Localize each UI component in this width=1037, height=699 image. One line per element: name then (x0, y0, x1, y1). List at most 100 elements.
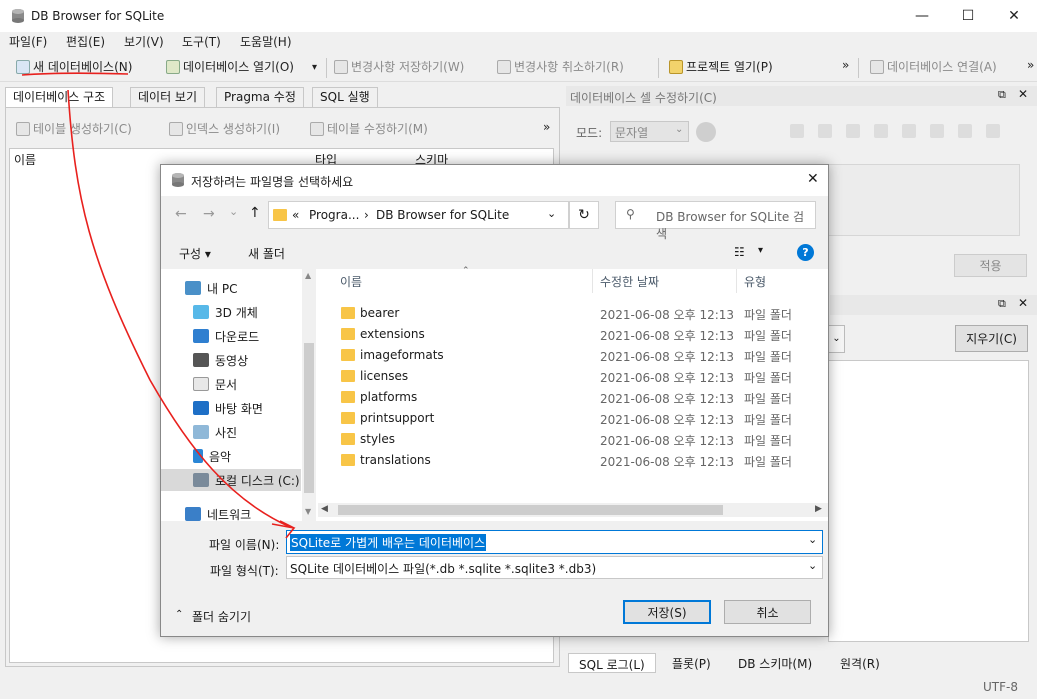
chevron-down-icon[interactable]: ⌄ (808, 533, 817, 546)
maximize-button[interactable]: ☐ (945, 0, 991, 32)
search-box[interactable]: ⚲ DB Browser for SQLite 검색 (615, 201, 816, 241)
nav-this-pc[interactable]: 내 PC (161, 277, 301, 299)
file-row[interactable]: bearer 2021-06-08 오후 12:13 파일 폴더 (339, 303, 809, 324)
sql-log-text[interactable] (828, 360, 1029, 642)
chevron-down-icon[interactable]: ⌄ (547, 207, 556, 220)
tab-plot[interactable]: 플롯(P) (672, 655, 711, 672)
scroll-left-icon[interactable]: ◀ (321, 504, 328, 514)
hide-folders-button[interactable]: 폴더 숨기기 (192, 608, 251, 625)
back-button[interactable]: ← (175, 206, 187, 222)
nav-documents[interactable]: 문서 (161, 373, 301, 395)
attach-database-button[interactable]: 데이터베이스 연결(A) (870, 58, 997, 75)
file-row[interactable]: translations 2021-06-08 오후 12:13 파일 폴더 (339, 450, 809, 471)
scrollbar-thumb[interactable] (338, 505, 723, 515)
nav-music[interactable]: 음악 (161, 445, 301, 467)
refresh-button[interactable]: ↻ (569, 201, 599, 229)
forward-button[interactable]: → (203, 206, 215, 222)
column-divider[interactable] (736, 269, 737, 293)
view-options-icon[interactable]: ☷ (734, 245, 745, 259)
float-dock-icon[interactable]: ⧉ (998, 297, 1006, 311)
export-icon[interactable] (874, 124, 888, 138)
new-folder-button[interactable]: 새 폴더 (248, 245, 285, 262)
menu-edit[interactable]: 편집(E) (66, 33, 105, 50)
path-overflow[interactable]: « (292, 208, 299, 222)
close-dock-icon[interactable]: ✕ (1018, 296, 1028, 310)
menu-file[interactable]: 파일(F) (9, 33, 47, 50)
structure-overflow-button[interactable]: » (543, 120, 550, 134)
save-button[interactable]: 저장(S) (623, 600, 711, 624)
nav-downloads[interactable]: 다운로드 (161, 325, 301, 347)
menu-view[interactable]: 보기(V) (124, 33, 164, 50)
tab-browse-data[interactable]: 데이터 보기 (130, 87, 206, 107)
file-row[interactable]: imageformats 2021-06-08 오후 12:13 파일 폴더 (339, 345, 809, 366)
cancel-button[interactable]: 취소 (724, 600, 811, 624)
write-changes-button[interactable]: 변경사항 저장하기(W) (334, 58, 464, 75)
open-project-button[interactable]: 프로젝트 열기(P) (669, 58, 773, 75)
address-bar[interactable]: « Progra... › DB Browser for SQLite ⌄ (268, 201, 569, 229)
create-index-button[interactable]: 인덱스 생성하기(I) (169, 120, 280, 137)
tab-db-schema[interactable]: DB 스키마(M) (738, 655, 812, 672)
navigation-pane[interactable]: 내 PC 3D 개체 다운로드 동영상 문서 바탕 화면 사진 음악 로컬 디스… (161, 269, 316, 521)
path-segment-program-files[interactable]: Progra... (309, 208, 359, 222)
document-icon[interactable] (790, 124, 804, 138)
chevron-down-icon[interactable]: ⌄ (808, 559, 817, 572)
float-dock-icon[interactable]: ⧉ (998, 88, 1006, 102)
clear-log-button[interactable]: 지우기(C) (955, 325, 1028, 352)
file-row[interactable]: extensions 2021-06-08 오후 12:13 파일 폴더 (339, 324, 809, 345)
file-list-hscrollbar[interactable]: ◀ ▶ (318, 503, 828, 517)
chevron-up-icon[interactable]: ⌃ (175, 609, 183, 620)
minimize-button[interactable]: — (899, 0, 945, 32)
scroll-right-icon[interactable]: ▶ (815, 504, 822, 514)
clear-icon[interactable] (958, 124, 972, 138)
create-table-button[interactable]: 테이블 생성하기(C) (16, 120, 132, 137)
log-source-select[interactable]: ⌄ (828, 325, 845, 353)
nav-3d-objects[interactable]: 3D 개체 (161, 301, 301, 323)
file-row[interactable]: printsupport 2021-06-08 오후 12:13 파일 폴더 (339, 408, 809, 429)
nav-network[interactable]: 네트워크 (161, 503, 321, 525)
column-header-name[interactable]: 이름 (340, 273, 362, 290)
image-icon[interactable] (930, 124, 944, 138)
cell-editor-area[interactable] (828, 164, 1020, 236)
recent-locations-button[interactable]: ⌄ (229, 205, 238, 218)
nav-scrollbar[interactable]: ▲ ▼ (302, 269, 316, 521)
filetype-select[interactable]: SQLite 데이터베이스 파일(*.db *.sqlite *.sqlite3… (286, 556, 823, 579)
modify-table-button[interactable]: 테이블 수정하기(M) (310, 120, 428, 137)
scrollbar-thumb[interactable] (304, 343, 314, 493)
up-folder-button[interactable]: ↑ (249, 205, 261, 221)
auto-format-icon[interactable] (696, 122, 716, 142)
nav-desktop[interactable]: 바탕 화면 (161, 397, 301, 419)
file-row[interactable]: styles 2021-06-08 오후 12:13 파일 폴더 (339, 429, 809, 450)
print-icon[interactable] (986, 124, 1000, 138)
nav-local-disk[interactable]: 로컬 디스크 (C:) (161, 469, 301, 491)
help-button[interactable]: ? (797, 244, 814, 261)
scroll-up-icon[interactable]: ▲ (305, 271, 311, 280)
filename-input[interactable]: SQLite로 가볍게 배우는 데이터베이스 ⌄ (286, 530, 823, 554)
tab-database-structure[interactable]: 데이터베이스 구조 (5, 87, 114, 108)
revert-changes-button[interactable]: 변경사항 취소하기(R) (497, 58, 624, 75)
view-options-dropdown[interactable]: ▾ (758, 245, 763, 256)
open-database-button[interactable]: 데이터베이스 열기(O) (166, 58, 294, 75)
tab-remote[interactable]: 원격(R) (840, 655, 880, 672)
tab-sql-log[interactable]: SQL 로그(L) (568, 653, 656, 673)
path-segment-current[interactable]: DB Browser for SQLite (376, 208, 509, 222)
column-header-name[interactable]: 이름 (14, 151, 36, 168)
set-null-icon[interactable] (902, 124, 916, 138)
nav-pictures[interactable]: 사진 (161, 421, 301, 443)
close-window-button[interactable]: ✕ (991, 0, 1037, 32)
menu-help[interactable]: 도움말(H) (240, 33, 292, 50)
dialog-close-button[interactable]: ✕ (807, 171, 819, 187)
column-header-type[interactable]: 유형 (744, 273, 766, 290)
column-header-modified[interactable]: 수정한 날짜 (600, 273, 659, 290)
indent-icon[interactable] (818, 124, 832, 138)
organize-menu[interactable]: 구성 ▾ (179, 245, 211, 262)
file-row[interactable]: licenses 2021-06-08 오후 12:13 파일 폴더 (339, 366, 809, 387)
file-row[interactable]: platforms 2021-06-08 오후 12:13 파일 폴더 (339, 387, 809, 408)
toolbar-overflow-button[interactable]: » (842, 58, 849, 72)
tab-edit-pragmas[interactable]: Pragma 수정 (216, 87, 304, 107)
open-database-dropdown[interactable]: ▾ (312, 62, 317, 73)
nav-videos[interactable]: 동영상 (161, 349, 301, 371)
column-divider[interactable] (592, 269, 593, 293)
tab-execute-sql[interactable]: SQL 실행 (312, 87, 378, 107)
menu-tools[interactable]: 도구(T) (182, 33, 221, 50)
toolbar-overflow-button-2[interactable]: » (1027, 58, 1034, 72)
